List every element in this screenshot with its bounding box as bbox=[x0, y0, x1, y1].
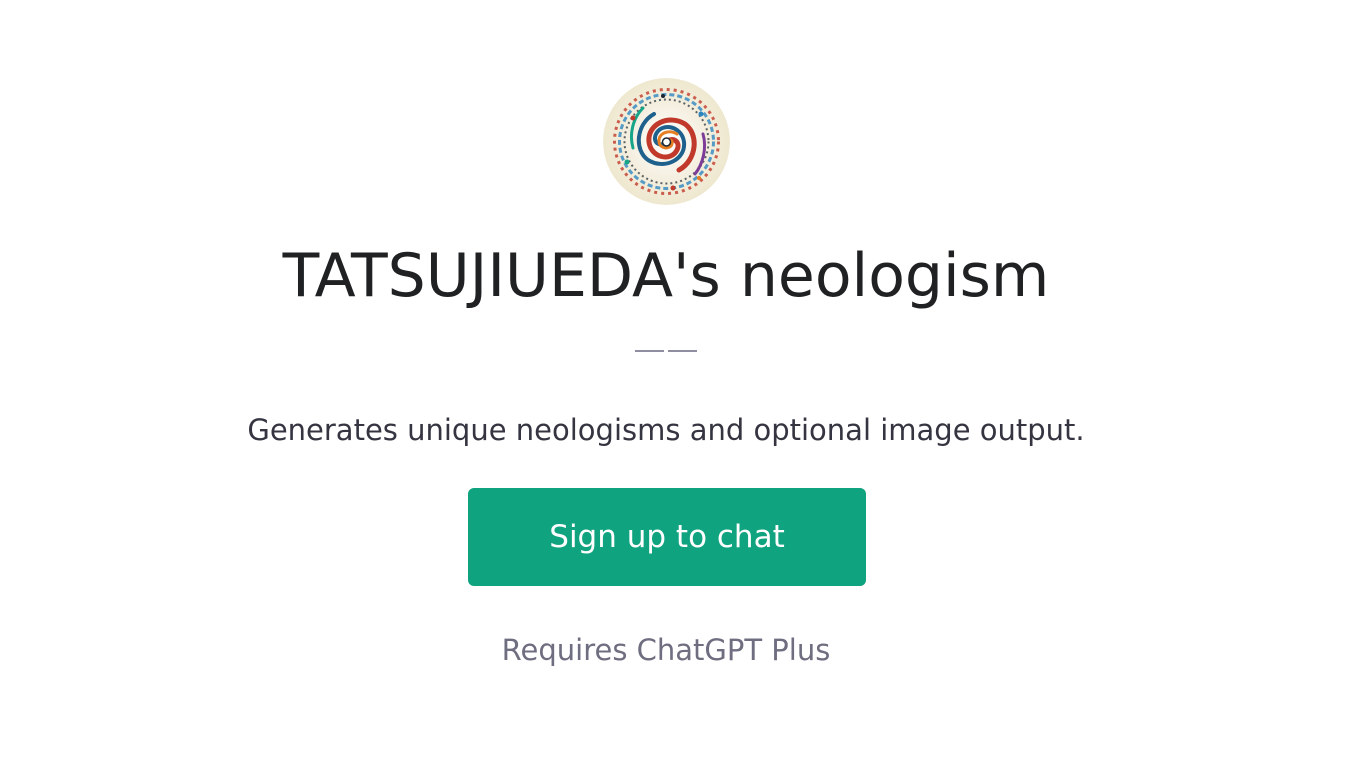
gpt-description: Generates unique neologisms and optional… bbox=[247, 413, 1085, 447]
gpt-avatar bbox=[603, 78, 730, 205]
plan-requirement-note: Requires ChatGPT Plus bbox=[501, 633, 831, 667]
gpt-title: TATSUJIUEDA's neologism bbox=[282, 241, 1050, 311]
gpt-landing-page: TATSUJIUEDA's neologism Generates unique… bbox=[0, 0, 1360, 764]
title-divider bbox=[635, 350, 697, 352]
divider-segment bbox=[668, 350, 697, 352]
divider-segment bbox=[635, 350, 664, 352]
swirl-artwork-icon bbox=[603, 78, 730, 205]
sign-up-to-chat-button[interactable]: Sign up to chat bbox=[468, 488, 866, 586]
